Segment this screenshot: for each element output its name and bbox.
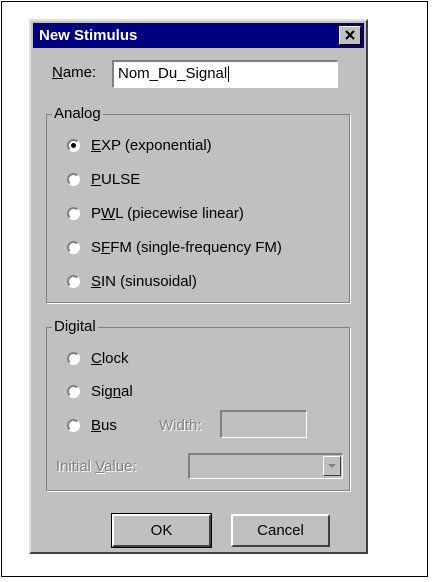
radio-button-icon <box>67 419 80 432</box>
analog-group: Analog EXP (exponential) PULSE PWL (piec… <box>46 105 350 303</box>
chevron-down-icon <box>328 464 336 468</box>
radio-signal-label: Signal <box>91 383 133 400</box>
initial-value-label: Initial Value: <box>56 458 137 475</box>
radio-button-icon <box>67 139 80 152</box>
digital-legend: Digital <box>52 318 98 336</box>
name-label: Name: <box>52 64 97 81</box>
dialog-title: New Stimulus <box>39 27 138 44</box>
new-stimulus-dialog: New Stimulus Name: Nom_Du_Signal Analog … <box>29 19 368 554</box>
initial-value-dropdown-button <box>323 456 341 476</box>
name-input-value: Nom_Du_Signal <box>118 65 228 82</box>
radio-button-icon <box>67 241 80 254</box>
radio-bus-label: Bus <box>91 417 117 434</box>
analog-legend: Analog <box>52 105 103 123</box>
radio-clock-label: Clock <box>91 350 129 367</box>
ok-button[interactable]: OK <box>111 513 212 548</box>
cancel-button[interactable]: Cancel <box>231 514 330 547</box>
radio-button-icon <box>67 275 80 288</box>
width-input <box>220 410 307 438</box>
radio-button-icon <box>67 173 80 186</box>
radio-pulse-label: PULSE <box>91 171 141 188</box>
radio-sin-label: SIN (sinusoidal) <box>91 273 197 290</box>
title-bar: New Stimulus <box>33 23 364 48</box>
radio-pwl-label: PWL (piecewise linear) <box>91 205 244 222</box>
radio-sffm-label: SFFM (single-frequency FM) <box>91 239 282 256</box>
text-cursor <box>228 66 230 83</box>
digital-group: Digital Clock Signal Bus Width: Initial … <box>46 318 350 491</box>
radio-button-icon <box>67 207 80 220</box>
name-input[interactable]: Nom_Du_Signal <box>112 60 338 88</box>
close-icon <box>345 30 355 40</box>
initial-value-select <box>188 453 343 479</box>
radio-button-icon <box>67 352 80 365</box>
close-button[interactable] <box>339 26 361 45</box>
radio-exp-label: EXP (exponential) <box>91 137 212 154</box>
width-label: Width: <box>159 417 202 434</box>
radio-button-icon <box>67 385 80 398</box>
radio-selected-dot <box>71 143 76 148</box>
